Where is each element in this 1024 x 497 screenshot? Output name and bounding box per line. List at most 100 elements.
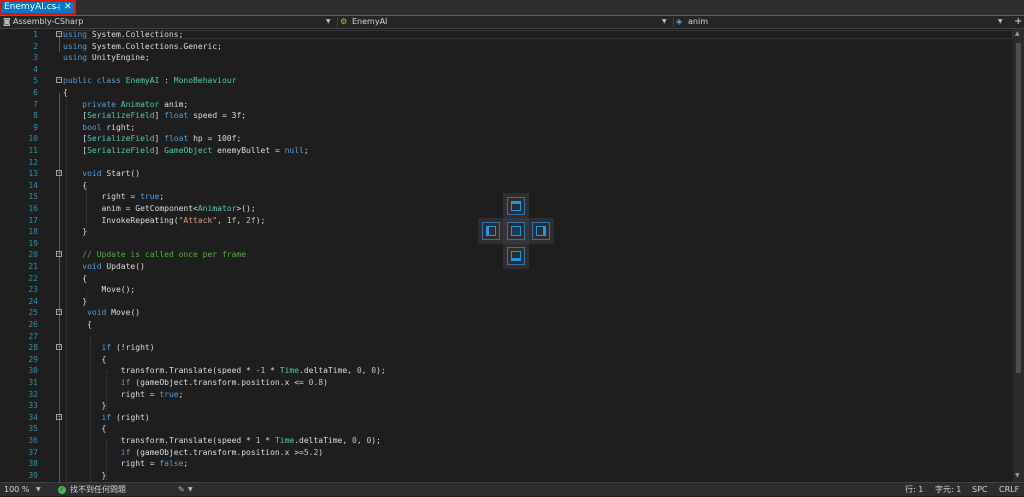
scroll-up-icon[interactable]: ▲	[1015, 30, 1020, 37]
collapse-icon[interactable]: −	[56, 413, 62, 420]
code-line: if (gameObject.transform.position.x >=5.…	[120, 447, 324, 457]
line-number: 28	[28, 343, 38, 353]
dock-top-icon[interactable]	[507, 197, 525, 215]
line-number: 23	[28, 285, 38, 295]
collapse-icon[interactable]: −	[56, 31, 62, 37]
vertical-scrollbar[interactable]: ▲ ▼	[1013, 29, 1024, 482]
code-line: transform.Translate(speed * 1 * Time.del…	[63, 436, 381, 445]
dock-right-icon[interactable]	[532, 222, 550, 240]
code-line: using System.Collections;	[63, 30, 184, 39]
code-line: InvokeRepeating("Attack", 1f, 2f);	[63, 215, 266, 225]
check-icon: ✓	[58, 486, 66, 494]
code-line: {	[63, 88, 68, 97]
member-label: anim	[688, 17, 708, 26]
line-number: 35	[28, 424, 38, 434]
line-indicator[interactable]: 行: 1	[905, 483, 923, 497]
code-line: void Move()	[87, 308, 141, 318]
collapse-icon[interactable]: −	[56, 251, 62, 258]
chevron-down-icon: ▼	[998, 18, 1003, 25]
dock-center-icon[interactable]	[507, 222, 525, 240]
code-line: {	[63, 354, 107, 364]
brush-icon[interactable]: ✎	[178, 483, 185, 497]
scroll-thumb[interactable]	[1016, 43, 1021, 373]
line-number: 32	[28, 389, 38, 399]
whitespace-indicator[interactable]: SPC	[972, 483, 988, 497]
code-line: [SerializeField] GameObject enemyBullet …	[63, 146, 309, 155]
project-dropdown[interactable]: ◙ Assembly-CSharp ▼	[0, 16, 336, 28]
line-number: 4	[33, 64, 38, 74]
line-number: 15	[28, 192, 38, 202]
line-number: 2	[33, 41, 38, 51]
zoom-level[interactable]: 100 %	[4, 483, 29, 497]
code-line: right = false;	[63, 459, 189, 469]
member-dropdown[interactable]: ◈ anim ▼	[676, 16, 1010, 28]
code-line: }	[63, 470, 107, 480]
line-number: 16	[28, 204, 38, 213]
line-number: 7	[33, 99, 38, 109]
code-line: }	[63, 296, 88, 306]
line-number: 30	[28, 366, 38, 376]
collapse-icon[interactable]: −	[56, 309, 62, 316]
pin-icon[interactable]: ⊣	[53, 0, 60, 15]
line-number: 3	[33, 53, 38, 63]
code-line: if (right)	[101, 412, 150, 422]
line-number: 34	[28, 412, 38, 422]
line-number: 27	[28, 331, 38, 341]
tab-enemyai-cs[interactable]: EnemyAI.cs ⊣ ✕	[0, 0, 76, 15]
code-line: transform.Translate(speed * -1 * Time.de…	[63, 366, 386, 376]
code-line: anim = GetComponent<Animator>();	[63, 204, 256, 213]
code-comment: // Update is called once per frame	[63, 250, 247, 260]
line-number: 10	[28, 134, 38, 144]
code-line: void Start()	[82, 169, 141, 179]
collapse-icon[interactable]: −	[56, 344, 62, 351]
project-label: Assembly-CSharp	[13, 17, 84, 26]
code-line: public class EnemyAI : MonoBehaviour	[63, 76, 237, 86]
field-icon: ◈	[676, 17, 683, 26]
code-line: void Update()	[82, 262, 145, 271]
close-icon[interactable]: ✕	[64, 0, 72, 15]
line-number: 18	[28, 227, 38, 237]
line-number: 21	[28, 262, 38, 271]
line-number: 1	[33, 30, 38, 39]
line-number: 29	[28, 354, 38, 364]
issues-status[interactable]: 找不到任何問題	[70, 483, 126, 497]
line-number: 36	[28, 436, 38, 445]
code-line: {	[63, 320, 92, 329]
type-label: EnemyAI	[352, 17, 388, 26]
line-number: 20	[28, 250, 38, 260]
code-line: }	[63, 227, 88, 237]
line-number: 37	[28, 447, 38, 457]
code-line: private Animator anim;	[63, 99, 189, 109]
chevron-down-icon[interactable]: ▼	[188, 483, 193, 497]
scroll-down-icon[interactable]: ▼	[1015, 472, 1020, 479]
code-line: }	[63, 401, 107, 411]
line-number: 6	[33, 88, 38, 97]
column-indicator[interactable]: 字元: 1	[935, 483, 961, 497]
collapse-icon[interactable]: −	[56, 170, 62, 177]
line-number: 38	[28, 459, 38, 469]
line-ending-indicator[interactable]: CRLF	[999, 483, 1019, 497]
chevron-down-icon: ▼	[326, 18, 331, 25]
status-bar: 100 % ▼ ✓ 找不到任何問題 ✎ ▼ 行: 1 字元: 1 SPC CRL…	[0, 482, 1024, 496]
dock-bottom-icon[interactable]	[507, 247, 525, 265]
dock-left-icon[interactable]	[482, 222, 500, 240]
chevron-down-icon[interactable]: ▼	[36, 483, 41, 497]
line-number: 11	[28, 146, 38, 155]
split-add-icon[interactable]: +	[1014, 16, 1022, 28]
code-line: if (gameObject.transform.position.x <= 0…	[120, 378, 328, 387]
type-dropdown[interactable]: ⚙ EnemyAI ▼	[340, 16, 672, 28]
code-line: Move();	[63, 285, 136, 295]
docking-guide[interactable]	[478, 193, 554, 269]
line-number: 17	[28, 215, 38, 225]
chevron-down-icon: ▼	[662, 18, 667, 25]
collapse-icon[interactable]: −	[56, 77, 62, 84]
code-line: {	[63, 273, 88, 283]
code-line: [SerializeField] float hp = 100f;	[63, 134, 242, 144]
line-number: 12	[28, 157, 38, 167]
line-number: 24	[28, 296, 38, 306]
code-line: using System.Collections.Generic;	[63, 41, 222, 51]
tab-label: EnemyAI.cs	[4, 2, 57, 12]
line-number: 19	[28, 238, 38, 248]
code-line: right = true;	[63, 192, 165, 202]
line-number: 39	[28, 470, 38, 480]
